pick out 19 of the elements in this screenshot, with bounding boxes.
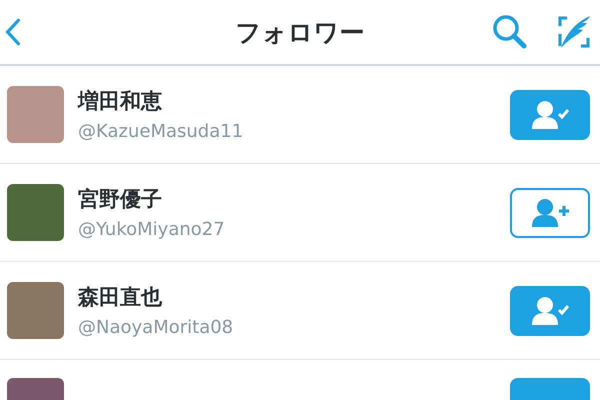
avatar-photo-placeholder [7,86,64,143]
following-button[interactable] [510,90,590,140]
back-icon[interactable] [4,17,22,47]
search-icon[interactable] [492,14,528,50]
user-handle: @KazueMasuda11 [78,121,244,142]
avatar-photo-placeholder [7,184,64,241]
user-plus-icon [530,198,570,228]
page-title: フォロワー [234,16,366,48]
user-check-icon [530,296,570,326]
user-name: 増田和恵 [78,88,163,115]
user-name: 宮野優子 [78,186,163,213]
user-name: 森田直也 [78,284,164,311]
compose-icon[interactable] [556,14,592,50]
user-handle: @YukoMiyano27 [78,219,226,240]
follow-button[interactable] [510,188,590,238]
user-check-icon [530,100,570,130]
avatar-photo-placeholder [7,282,64,339]
following-button[interactable] [510,286,590,336]
user-handle: @NaoyaMorita08 [78,317,234,338]
